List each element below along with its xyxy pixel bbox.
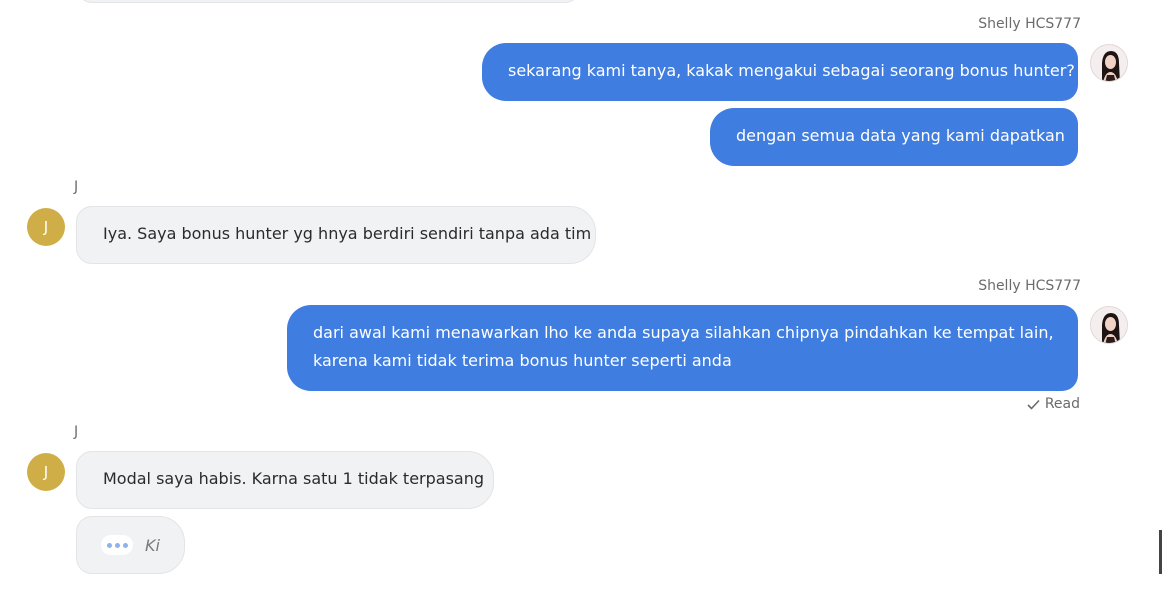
checkmark-icon	[1027, 399, 1040, 410]
read-receipt: Read	[1027, 396, 1080, 412]
agent-avatar	[1090, 306, 1128, 344]
previous-message-fragment	[76, 0, 581, 3]
scrollbar[interactable]	[1159, 530, 1162, 574]
message-text: Iya. Saya bonus hunter yg hnya berdiri s…	[103, 224, 592, 243]
message-text: Modal saya habis. Karna satu 1 tidak ter…	[103, 469, 485, 488]
agent-photo-avatar-icon	[1091, 45, 1127, 81]
customer-avatar: J	[27, 208, 65, 246]
message-text-line: karena kami tidak terima bonus hunter se…	[313, 351, 732, 370]
agent-message-bubble[interactable]: sekarang kami tanya, kakak mengakui seba…	[482, 43, 1078, 101]
read-status-text: Read	[1044, 396, 1080, 412]
customer-sender-name: J	[74, 179, 79, 195]
typing-dots-icon	[101, 535, 133, 555]
message-text: dengan semua data yang kami dapatkan	[736, 126, 1065, 145]
avatar-initial: J	[43, 218, 49, 236]
customer-avatar: J	[27, 453, 65, 491]
customer-message-bubble[interactable]: Iya. Saya bonus hunter yg hnya berdiri s…	[76, 206, 596, 264]
customer-message-bubble[interactable]: Modal saya habis. Karna satu 1 tidak ter…	[76, 451, 494, 509]
agent-sender-name: Shelly HCS777	[978, 16, 1081, 32]
message-text: sekarang kami tanya, kakak mengakui seba…	[508, 61, 1075, 80]
customer-sender-name: J	[74, 424, 79, 440]
avatar-initial: J	[43, 463, 49, 481]
agent-message-bubble[interactable]: dari awal kami menawarkan lho ke anda su…	[287, 305, 1078, 391]
chat-conversation: Shelly HCS777 sekarang kami tanya, kakak…	[0, 0, 1163, 590]
agent-avatar	[1090, 44, 1128, 82]
typing-preview-text: Ki	[145, 535, 160, 555]
agent-sender-name: Shelly HCS777	[978, 278, 1081, 294]
agent-message-bubble[interactable]: dengan semua data yang kami dapatkan	[710, 108, 1078, 166]
typing-indicator: Ki	[76, 516, 185, 574]
message-text-line: dari awal kami menawarkan lho ke anda su…	[313, 323, 1054, 342]
agent-photo-avatar-icon	[1091, 307, 1127, 343]
